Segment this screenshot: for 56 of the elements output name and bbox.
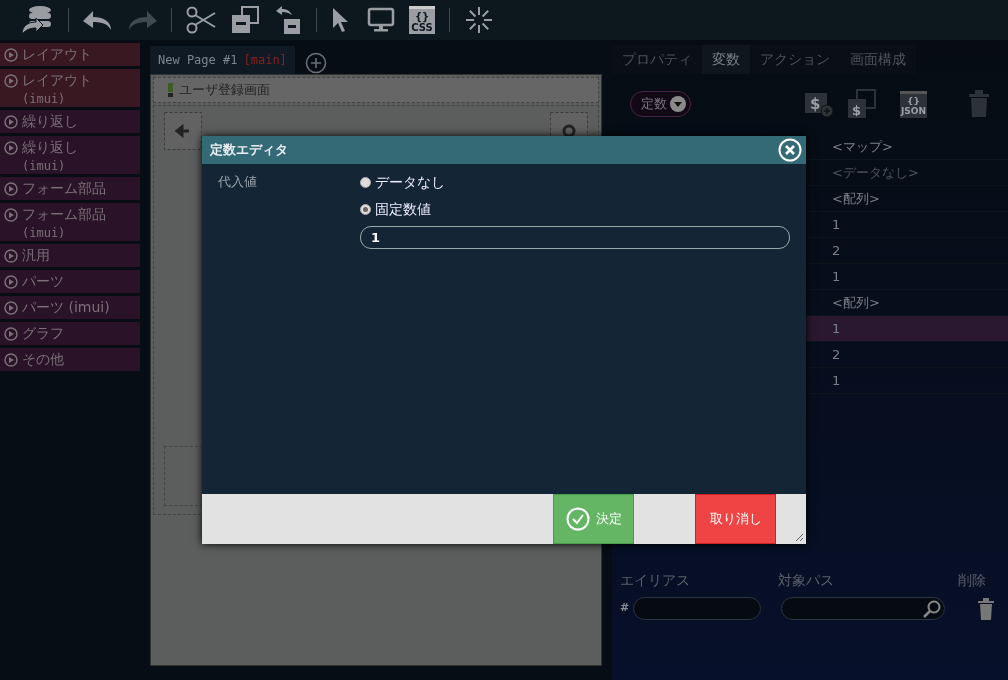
add-page-icon[interactable] — [304, 52, 327, 74]
palette-item[interactable]: パーツ (imui) — [0, 296, 140, 319]
css-icon[interactable]: {} CSS — [409, 6, 435, 34]
panel-tab[interactable]: 画面構成 — [840, 45, 916, 74]
caret-icon — [670, 96, 686, 112]
monitor-icon[interactable] — [367, 7, 395, 33]
type-dropdown[interactable]: 定数 — [630, 91, 691, 117]
palette-item[interactable]: その他 — [0, 348, 140, 371]
panel-tab[interactable]: 変数 — [702, 45, 750, 74]
play-icon — [4, 353, 18, 367]
play-icon — [4, 141, 18, 155]
play-icon — [4, 301, 18, 315]
value-field[interactable]: 1 — [360, 226, 790, 249]
field-label: 代入値 — [218, 173, 258, 191]
panel-tab[interactable]: プロパティ — [612, 45, 702, 74]
ok-button[interactable]: 決定 — [553, 494, 634, 544]
back-button[interactable] — [164, 112, 202, 150]
resize-grip-icon[interactable] — [795, 533, 804, 542]
check-icon — [565, 507, 590, 531]
palette-item[interactable]: 繰り返し (imui) — [0, 136, 140, 174]
palette-item[interactable]: フォーム部品 — [0, 177, 140, 200]
marker-icon — [168, 83, 173, 97]
palette-item[interactable]: グラフ — [0, 322, 140, 345]
database-icon[interactable] — [20, 5, 54, 35]
cancel-button[interactable]: 取り消し — [695, 494, 776, 544]
column-header: 削除 — [958, 571, 986, 590]
close-icon[interactable] — [778, 138, 802, 162]
scissors-icon[interactable] — [186, 6, 216, 34]
palette-item[interactable]: フォーム部品 (imui) — [0, 203, 140, 241]
play-icon — [4, 115, 18, 129]
palette-item[interactable]: 繰り返し — [0, 110, 140, 133]
palette-item[interactable]: レイアウト (imui) — [0, 69, 140, 107]
column-header: 対象パス — [778, 571, 835, 590]
path-search-field[interactable] — [781, 597, 946, 620]
play-icon — [4, 208, 18, 222]
trash-icon[interactable] — [977, 597, 996, 620]
alias-field[interactable] — [633, 597, 762, 620]
play-icon — [4, 182, 18, 196]
play-icon — [4, 327, 18, 341]
page-tab[interactable]: New Page #1 [main] — [150, 46, 295, 74]
hash-label: # — [620, 600, 630, 617]
import-icon[interactable] — [274, 5, 302, 35]
play-icon — [4, 74, 18, 88]
play-icon — [4, 48, 18, 62]
column-header: エイリアス — [620, 571, 691, 590]
paste-icon[interactable] — [230, 5, 260, 35]
palette-item[interactable]: 汎用 — [0, 244, 140, 267]
play-icon — [4, 275, 18, 289]
undo-icon[interactable] — [83, 9, 113, 31]
palette-item[interactable]: パーツ — [0, 270, 140, 293]
json-icon[interactable]: {} JSON — [900, 90, 927, 118]
palette-item[interactable]: レイアウト — [0, 43, 140, 66]
spinner-icon[interactable] — [464, 5, 494, 35]
play-icon — [4, 249, 18, 263]
dialog-title: 定数エディタ — [210, 141, 288, 160]
search-icon[interactable] — [922, 598, 943, 619]
